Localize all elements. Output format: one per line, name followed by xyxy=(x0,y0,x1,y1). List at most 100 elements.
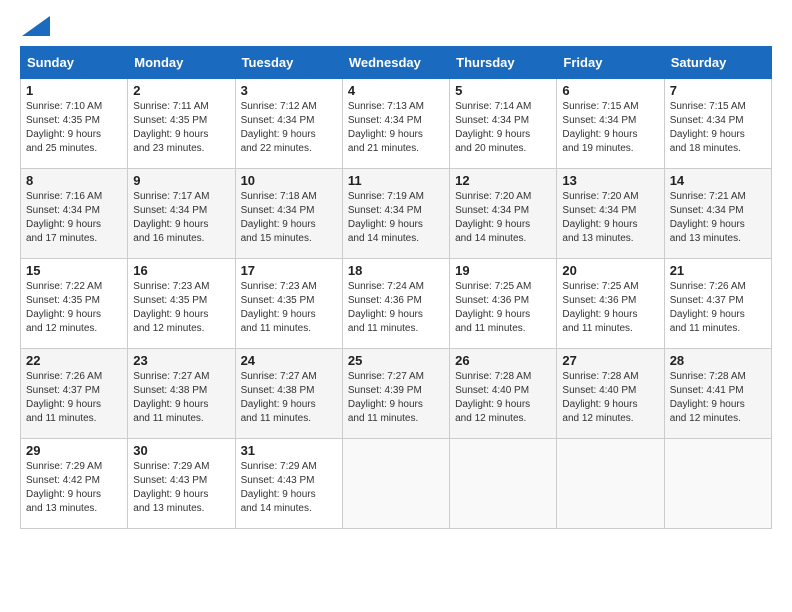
logo-icon xyxy=(22,16,50,36)
day-info: Sunrise: 7:11 AM Sunset: 4:35 PM Dayligh… xyxy=(133,100,229,156)
day-info: Sunrise: 7:26 AM Sunset: 4:37 PM Dayligh… xyxy=(670,280,766,336)
calendar-day-9: 9 Sunrise: 7:17 AM Sunset: 4:34 PM Daylig… xyxy=(128,169,235,259)
day-number: 16 xyxy=(133,263,229,278)
day-info: Sunrise: 7:28 AM Sunset: 4:40 PM Dayligh… xyxy=(562,370,658,426)
day-number: 22 xyxy=(26,353,122,368)
calendar-header-saturday: Saturday xyxy=(664,47,771,79)
day-number: 6 xyxy=(562,83,658,98)
calendar-day-13: 13Sunrise: 7:20 AM Sunset: 4:34 PM Dayli… xyxy=(557,169,664,259)
day-number: 19 xyxy=(455,263,551,278)
day-info: Sunrise: 7:17 AM Sunset: 4:34 PM Dayligh… xyxy=(133,190,229,246)
day-number: 12 xyxy=(455,173,551,188)
day-info: Sunrise: 7:25 AM Sunset: 4:36 PM Dayligh… xyxy=(455,280,551,336)
day-info: Sunrise: 7:28 AM Sunset: 4:41 PM Dayligh… xyxy=(670,370,766,426)
day-info: Sunrise: 7:29 AM Sunset: 4:42 PM Dayligh… xyxy=(26,460,122,516)
page-header xyxy=(20,20,772,36)
day-info: Sunrise: 7:18 AM Sunset: 4:34 PM Dayligh… xyxy=(241,190,337,246)
calendar-day-16: 16Sunrise: 7:23 AM Sunset: 4:35 PM Dayli… xyxy=(128,259,235,349)
calendar-day-17: 17 Sunrise: 7:23 AM Sunset: 4:35 PM Dayli… xyxy=(235,259,342,349)
day-number: 2 xyxy=(133,83,229,98)
calendar-week-1: 1 Sunrise: 7:10 AM Sunset: 4:35 PM Daylig… xyxy=(21,79,772,169)
calendar-day-21: 21 Sunrise: 7:26 AM Sunset: 4:37 PM Dayli… xyxy=(664,259,771,349)
day-info: Sunrise: 7:29 AM Sunset: 4:43 PM Dayligh… xyxy=(133,460,229,516)
empty-cell xyxy=(450,439,557,529)
day-number: 11 xyxy=(348,173,444,188)
calendar-day-2: 2 Sunrise: 7:11 AM Sunset: 4:35 PM Daylig… xyxy=(128,79,235,169)
day-info: Sunrise: 7:20 AM Sunset: 4:34 PM Dayligh… xyxy=(455,190,551,246)
day-number: 15 xyxy=(26,263,122,278)
day-info: Sunrise: 7:16 AM Sunset: 4:34 PM Dayligh… xyxy=(26,190,122,246)
day-number: 30 xyxy=(133,443,229,458)
calendar-header-thursday: Thursday xyxy=(450,47,557,79)
calendar-day-30: 30 Sunrise: 7:29 AM Sunset: 4:43 PM Dayli… xyxy=(128,439,235,529)
day-info: Sunrise: 7:19 AM Sunset: 4:34 PM Dayligh… xyxy=(348,190,444,246)
calendar-day-26: 26 Sunrise: 7:28 AM Sunset: 4:40 PM Dayli… xyxy=(450,349,557,439)
day-number: 4 xyxy=(348,83,444,98)
calendar-day-15: 15 Sunrise: 7:22 AM Sunset: 4:35 PM Dayli… xyxy=(21,259,128,349)
day-number: 10 xyxy=(241,173,337,188)
day-number: 3 xyxy=(241,83,337,98)
calendar-header-tuesday: Tuesday xyxy=(235,47,342,79)
day-info: Sunrise: 7:14 AM Sunset: 4:34 PM Dayligh… xyxy=(455,100,551,156)
day-number: 8 xyxy=(26,173,122,188)
day-number: 7 xyxy=(670,83,766,98)
calendar-day-3: 3 Sunrise: 7:12 AM Sunset: 4:34 PM Daylig… xyxy=(235,79,342,169)
calendar-day-10: 10 Sunrise: 7:18 AM Sunset: 4:34 PM Dayli… xyxy=(235,169,342,259)
day-number: 17 xyxy=(241,263,337,278)
day-number: 9 xyxy=(133,173,229,188)
calendar-day-19: 19 Sunrise: 7:25 AM Sunset: 4:36 PM Dayli… xyxy=(450,259,557,349)
logo xyxy=(20,20,50,36)
day-info: Sunrise: 7:10 AM Sunset: 4:35 PM Dayligh… xyxy=(26,100,122,156)
calendar-day-1: 1 Sunrise: 7:10 AM Sunset: 4:35 PM Daylig… xyxy=(21,79,128,169)
calendar-day-27: 27Sunrise: 7:28 AM Sunset: 4:40 PM Dayli… xyxy=(557,349,664,439)
empty-cell xyxy=(342,439,449,529)
day-info: Sunrise: 7:21 AM Sunset: 4:34 PM Dayligh… xyxy=(670,190,766,246)
day-number: 31 xyxy=(241,443,337,458)
day-info: Sunrise: 7:27 AM Sunset: 4:39 PM Dayligh… xyxy=(348,370,444,426)
calendar-day-23: 23Sunrise: 7:27 AM Sunset: 4:38 PM Dayli… xyxy=(128,349,235,439)
day-number: 13 xyxy=(562,173,658,188)
empty-cell xyxy=(664,439,771,529)
day-number: 1 xyxy=(26,83,122,98)
calendar-week-5: 29 Sunrise: 7:29 AM Sunset: 4:42 PM Dayli… xyxy=(21,439,772,529)
day-number: 24 xyxy=(241,353,337,368)
day-info: Sunrise: 7:28 AM Sunset: 4:40 PM Dayligh… xyxy=(455,370,551,426)
day-number: 20 xyxy=(562,263,658,278)
day-number: 29 xyxy=(26,443,122,458)
day-info: Sunrise: 7:12 AM Sunset: 4:34 PM Dayligh… xyxy=(241,100,337,156)
calendar-day-18: 18 Sunrise: 7:24 AM Sunset: 4:36 PM Dayli… xyxy=(342,259,449,349)
calendar-day-8: 8 Sunrise: 7:16 AM Sunset: 4:34 PM Daylig… xyxy=(21,169,128,259)
day-info: Sunrise: 7:29 AM Sunset: 4:43 PM Dayligh… xyxy=(241,460,337,516)
calendar-day-28: 28 Sunrise: 7:28 AM Sunset: 4:41 PM Dayli… xyxy=(664,349,771,439)
calendar-day-31: 31 Sunrise: 7:29 AM Sunset: 4:43 PM Dayli… xyxy=(235,439,342,529)
day-number: 21 xyxy=(670,263,766,278)
calendar-week-4: 22 Sunrise: 7:26 AM Sunset: 4:37 PM Dayli… xyxy=(21,349,772,439)
day-info: Sunrise: 7:23 AM Sunset: 4:35 PM Dayligh… xyxy=(241,280,337,336)
day-number: 28 xyxy=(670,353,766,368)
calendar-header-sunday: Sunday xyxy=(21,47,128,79)
calendar-day-24: 24Sunrise: 7:27 AM Sunset: 4:38 PM Dayli… xyxy=(235,349,342,439)
calendar-header-monday: Monday xyxy=(128,47,235,79)
calendar-day-4: 4 Sunrise: 7:13 AM Sunset: 4:34 PM Daylig… xyxy=(342,79,449,169)
calendar-week-2: 8 Sunrise: 7:16 AM Sunset: 4:34 PM Daylig… xyxy=(21,169,772,259)
day-info: Sunrise: 7:24 AM Sunset: 4:36 PM Dayligh… xyxy=(348,280,444,336)
day-info: Sunrise: 7:15 AM Sunset: 4:34 PM Dayligh… xyxy=(562,100,658,156)
calendar-day-22: 22 Sunrise: 7:26 AM Sunset: 4:37 PM Dayli… xyxy=(21,349,128,439)
calendar-week-3: 15 Sunrise: 7:22 AM Sunset: 4:35 PM Dayli… xyxy=(21,259,772,349)
day-number: 18 xyxy=(348,263,444,278)
calendar-day-5: 5Sunrise: 7:14 AM Sunset: 4:34 PM Daylig… xyxy=(450,79,557,169)
calendar-day-12: 12 Sunrise: 7:20 AM Sunset: 4:34 PM Dayli… xyxy=(450,169,557,259)
day-info: Sunrise: 7:13 AM Sunset: 4:34 PM Dayligh… xyxy=(348,100,444,156)
day-info: Sunrise: 7:15 AM Sunset: 4:34 PM Dayligh… xyxy=(670,100,766,156)
calendar-header-friday: Friday xyxy=(557,47,664,79)
calendar-header-row: SundayMondayTuesdayWednesdayThursdayFrid… xyxy=(21,47,772,79)
day-number: 26 xyxy=(455,353,551,368)
day-info: Sunrise: 7:26 AM Sunset: 4:37 PM Dayligh… xyxy=(26,370,122,426)
calendar-day-20: 20Sunrise: 7:25 AM Sunset: 4:36 PM Dayli… xyxy=(557,259,664,349)
calendar-header-wednesday: Wednesday xyxy=(342,47,449,79)
calendar-day-25: 25Sunrise: 7:27 AM Sunset: 4:39 PM Dayli… xyxy=(342,349,449,439)
calendar-table: SundayMondayTuesdayWednesdayThursdayFrid… xyxy=(20,46,772,529)
day-number: 14 xyxy=(670,173,766,188)
day-info: Sunrise: 7:22 AM Sunset: 4:35 PM Dayligh… xyxy=(26,280,122,336)
calendar-day-7: 7 Sunrise: 7:15 AM Sunset: 4:34 PM Daylig… xyxy=(664,79,771,169)
